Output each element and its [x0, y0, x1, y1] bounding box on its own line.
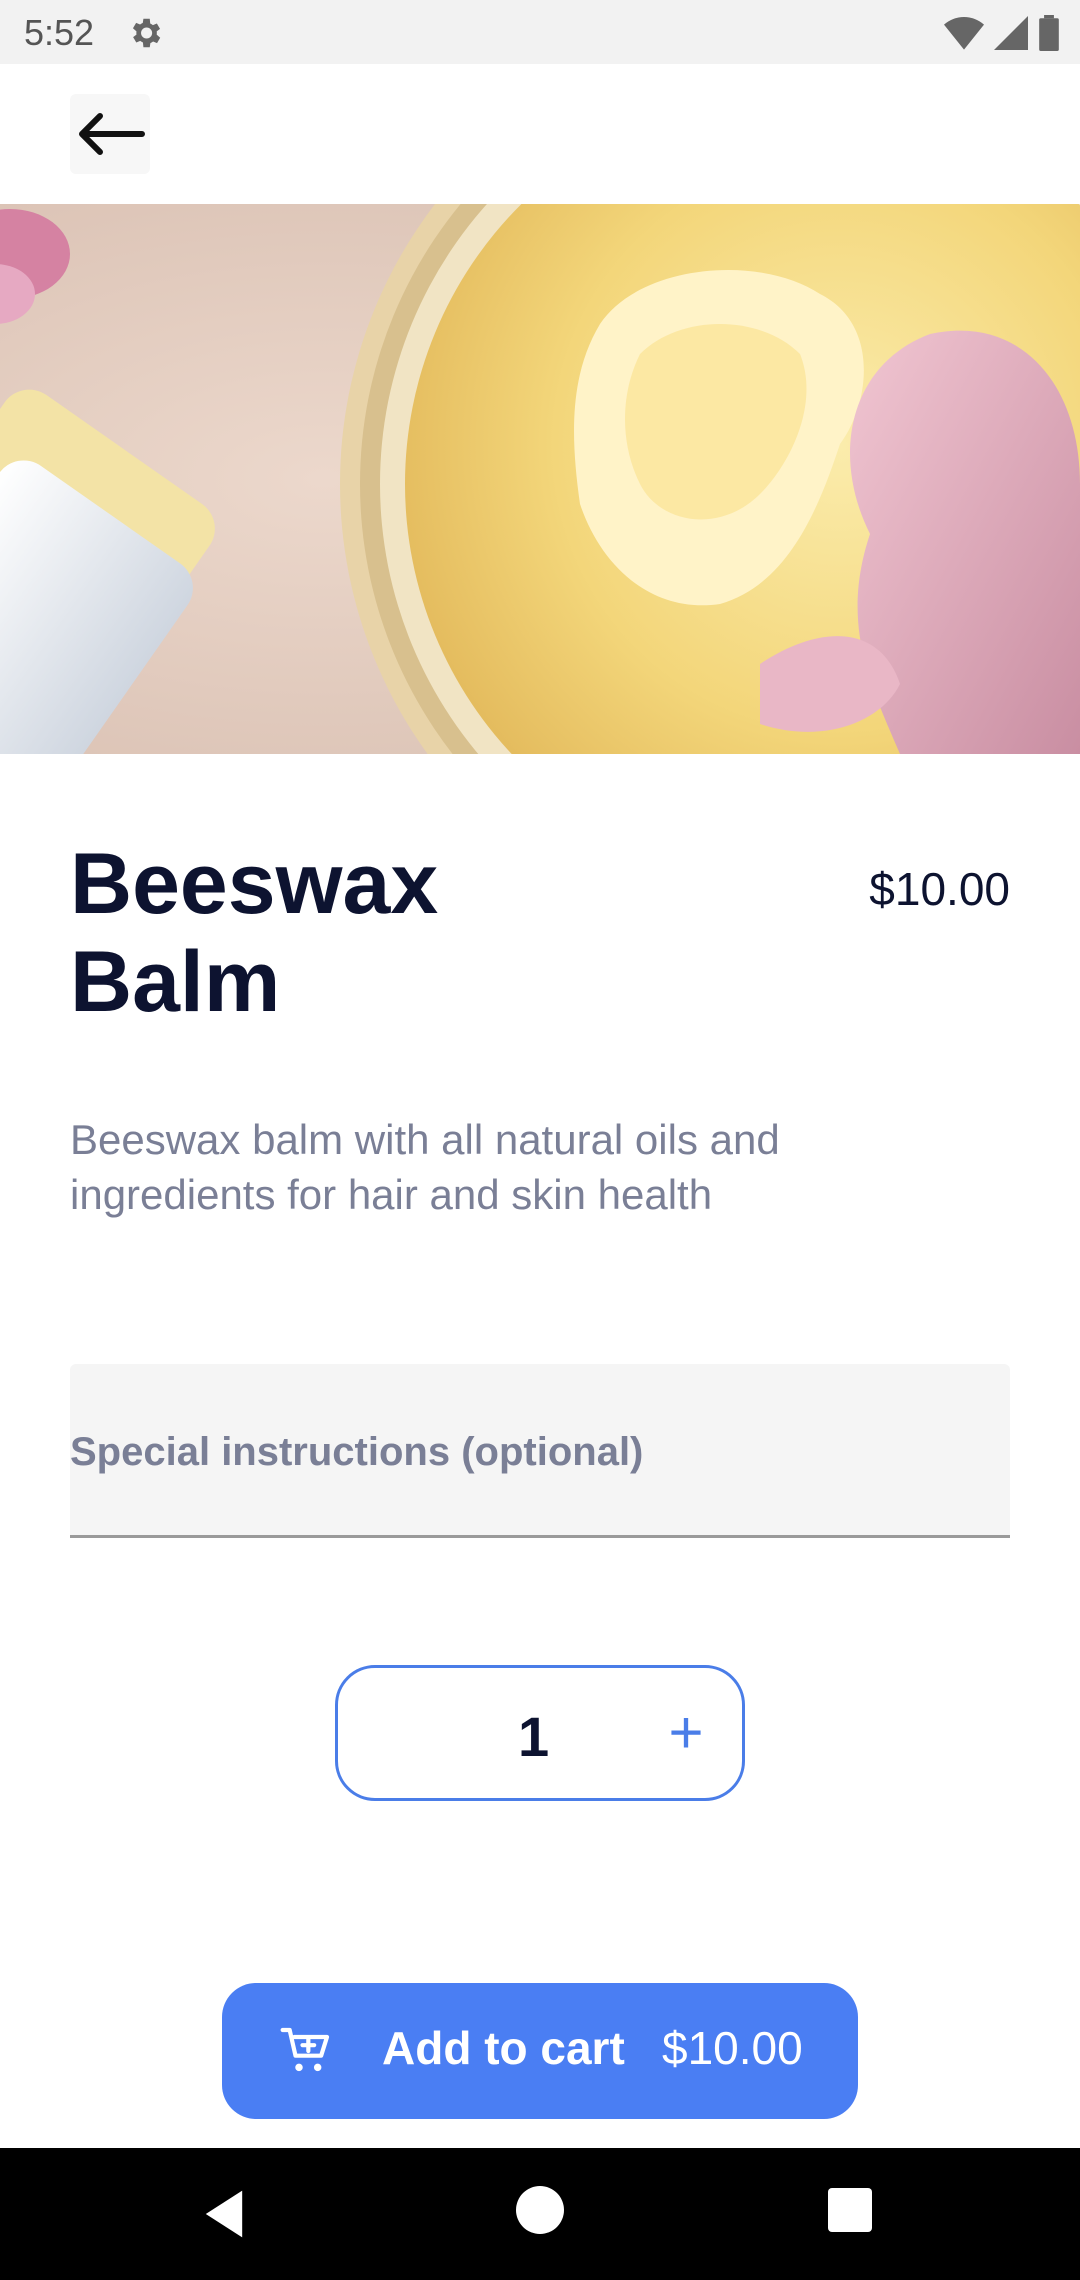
- gear-icon: [132, 18, 161, 48]
- special-instructions-field[interactable]: Special instructions (optional): [70, 1364, 1010, 1538]
- nav-back-icon[interactable]: [198, 2188, 250, 2240]
- status-bar: 5:52: [0, 0, 1080, 64]
- add-to-cart-label: Add to cart: [382, 2022, 625, 2074]
- system-nav-bar: [0, 2148, 1080, 2280]
- product-description: Beeswax balm with all natural oils and i…: [70, 1116, 780, 1218]
- signal-icon: [994, 16, 1028, 50]
- product-image: [0, 204, 1080, 754]
- wifi-icon: [944, 17, 984, 50]
- app-bar: [0, 64, 1080, 204]
- add-to-cart-price: $10.00: [662, 2022, 803, 2074]
- back-button[interactable]: [70, 94, 150, 174]
- status-icons: [944, 14, 1060, 52]
- arrow-left-icon: [79, 113, 145, 155]
- nav-recents-icon[interactable]: [828, 2188, 872, 2232]
- status-time: 5:52: [24, 12, 95, 53]
- quantity-stepper: 1 +: [335, 1665, 745, 1801]
- special-instructions-placeholder: Special instructions (optional): [70, 1430, 644, 1474]
- increment-button[interactable]: +: [656, 1698, 716, 1768]
- add-to-cart-button[interactable]: Add to cart $10.00: [222, 1983, 858, 2119]
- product-title: Beeswax Balm: [70, 836, 439, 1030]
- nav-home-icon[interactable]: [516, 2186, 564, 2234]
- product-price: $10.00: [869, 863, 1010, 915]
- battery-icon: [1039, 15, 1059, 51]
- quantity-value: 1: [518, 1705, 550, 1768]
- cart-add-icon: [280, 2027, 330, 2072]
